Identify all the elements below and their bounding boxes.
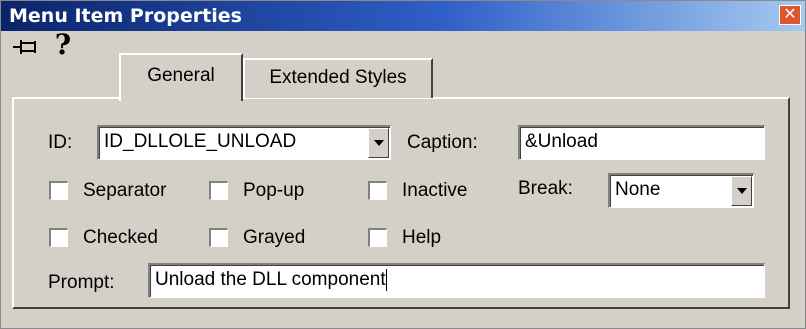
properties-dialog: Menu Item Properties ✕ ? Extended Styles…: [0, 0, 806, 329]
text-cursor: [385, 268, 387, 291]
chevron-down-icon[interactable]: [368, 128, 389, 158]
chevron-down-icon[interactable]: [731, 176, 752, 206]
separator-label: Separator: [83, 180, 167, 201]
question-icon[interactable]: ?: [51, 31, 75, 59]
id-label: ID:: [48, 132, 73, 153]
pushpin-icon[interactable]: [11, 35, 41, 59]
prompt-value: Unload the DLL component: [155, 269, 386, 290]
inactive-label: Inactive: [402, 180, 468, 201]
close-button[interactable]: ✕: [779, 5, 801, 25]
checked-label: Checked: [83, 227, 158, 248]
break-value: None: [615, 179, 661, 200]
break-label: Break:: [518, 178, 573, 199]
title-bar[interactable]: Menu Item Properties ✕: [1, 1, 805, 31]
popup-checkbox[interactable]: [209, 181, 228, 200]
help-checkbox[interactable]: [368, 228, 387, 247]
help-label: Help: [402, 227, 442, 248]
close-icon: ✕: [783, 6, 797, 23]
id-combobox[interactable]: ID_DLLOLE_UNLOAD: [97, 125, 391, 160]
caption-field[interactable]: &Unload: [518, 125, 765, 160]
break-combobox[interactable]: None: [608, 173, 754, 208]
checked-checkbox[interactable]: [49, 228, 68, 247]
grayed-label: Grayed: [243, 227, 306, 248]
window-title: Menu Item Properties: [9, 5, 242, 27]
prompt-field[interactable]: Unload the DLL component: [148, 263, 765, 298]
caption-label: Caption:: [407, 132, 478, 153]
prompt-label: Prompt:: [48, 272, 115, 293]
tab-general[interactable]: General: [119, 53, 243, 101]
tab-extended-styles[interactable]: Extended Styles: [243, 58, 433, 98]
caption-value: &Unload: [525, 131, 598, 152]
id-value: ID_DLLOLE_UNLOAD: [104, 131, 297, 152]
separator-checkbox[interactable]: [49, 181, 68, 200]
popup-label: Pop-up: [243, 180, 305, 201]
grayed-checkbox[interactable]: [209, 228, 228, 247]
inactive-checkbox[interactable]: [368, 181, 387, 200]
